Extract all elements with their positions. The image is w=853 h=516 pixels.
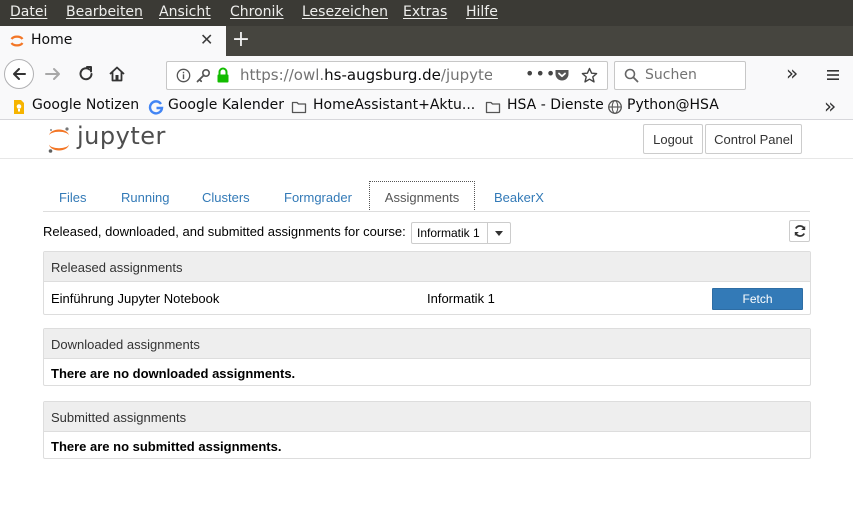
- bookmarks-overflow-button[interactable]: »: [824, 94, 836, 118]
- tab-assignments[interactable]: Assignments: [369, 181, 475, 212]
- released-assignments-panel: Released assignments Einführung Jupyter …: [43, 251, 811, 315]
- tab-assignments-label: Assignments: [384, 190, 460, 205]
- menu-hilfe[interactable]: Hilfe: [466, 4, 498, 20]
- fetch-button[interactable]: Fetch: [712, 288, 803, 310]
- course-label: Released, downloaded, and submitted assi…: [43, 224, 406, 239]
- chevron-down-icon: [495, 231, 503, 236]
- search-icon: [624, 68, 639, 83]
- refresh-icon: [794, 225, 806, 237]
- panel-heading: Submitted assignments: [44, 402, 810, 432]
- submitted-assignments-panel: Submitted assignments There are no submi…: [43, 401, 811, 459]
- course-select-value: Informatik 1: [417, 226, 480, 240]
- control-panel-button[interactable]: Control Panel: [705, 124, 802, 154]
- tab-files[interactable]: Files: [59, 190, 86, 205]
- tab-title: Home: [31, 32, 73, 48]
- search-placeholder: Suchen: [645, 67, 697, 83]
- submitted-empty-message: There are no submitted assignments.: [51, 439, 282, 454]
- menu-bar: Datei Bearbeiten Ansicht Chronik Lesezei…: [0, 0, 853, 26]
- back-button[interactable]: [4, 59, 34, 89]
- home-icon[interactable]: [107, 64, 127, 84]
- menu-lesezeichen[interactable]: Lesezeichen: [302, 4, 388, 20]
- toolbar-overflow-button[interactable]: »: [786, 61, 798, 85]
- search-box[interactable]: Suchen: [614, 61, 746, 90]
- panel-heading: Downloaded assignments: [44, 329, 810, 359]
- bookmark-label: Google Kalender: [168, 97, 284, 113]
- back-arrow-icon: [13, 68, 26, 80]
- bookmark-label: Google Notizen: [32, 97, 140, 113]
- tab-beakerx[interactable]: BeakerX: [494, 190, 544, 205]
- lock-icon[interactable]: [216, 67, 230, 84]
- folder-icon: [485, 101, 501, 114]
- assignment-course: Informatik 1: [427, 291, 495, 306]
- bookmark-label: Python@HSA: [627, 97, 719, 113]
- refresh-button[interactable]: [789, 220, 810, 242]
- jupyter-logo-text[interactable]: jupyter: [77, 122, 166, 150]
- jupyter-favicon-icon: [10, 35, 24, 47]
- page-actions-icon[interactable]: •••: [525, 64, 556, 83]
- tab-formgrader[interactable]: Formgrader: [284, 190, 352, 205]
- bookmark-label: HomeAssistant+Aktu...: [313, 97, 476, 113]
- tab-running[interactable]: Running: [121, 190, 169, 205]
- info-icon[interactable]: [176, 68, 191, 83]
- forward-arrow-icon[interactable]: [43, 64, 63, 84]
- released-heading: Released assignments: [51, 260, 183, 275]
- navigation-bar: https://owl.hs-augsburg.de/jupyter/u •••…: [0, 56, 853, 94]
- pocket-icon[interactable]: [554, 68, 570, 83]
- url-path: /jupyter/u: [440, 66, 492, 84]
- google-keep-icon: [14, 100, 24, 114]
- menu-extras[interactable]: Extras: [403, 4, 447, 20]
- key-icon[interactable]: [195, 68, 211, 83]
- course-select-divider: [487, 223, 488, 243]
- menu-bearbeiten[interactable]: Bearbeiten: [66, 4, 143, 20]
- downloaded-heading: Downloaded assignments: [51, 337, 200, 352]
- google-g-icon: [148, 100, 164, 115]
- url-domain: hs-augsburg.de: [324, 66, 441, 84]
- bookmark-star-icon[interactable]: [581, 67, 598, 84]
- menu-ansicht[interactable]: Ansicht: [159, 4, 211, 20]
- globe-icon: [608, 100, 622, 114]
- url-text[interactable]: https://owl.hs-augsburg.de/jupyter/u: [240, 66, 492, 84]
- tabs-divider: [43, 211, 810, 212]
- submitted-heading: Submitted assignments: [51, 410, 187, 425]
- assignment-name: Einführung Jupyter Notebook: [51, 291, 220, 306]
- bookmarks-bar: Google Notizen Google Kalender HomeAssis…: [0, 94, 853, 120]
- tab-strip: Home ✕ +: [0, 26, 853, 56]
- downloaded-assignments-panel: Downloaded assignments There are no down…: [43, 328, 811, 386]
- url-bar[interactable]: https://owl.hs-augsburg.de/jupyter/u •••: [166, 61, 608, 90]
- folder-icon: [291, 101, 307, 114]
- panel-heading: Released assignments: [44, 252, 810, 282]
- browser-tab-home[interactable]: Home ✕: [0, 26, 226, 56]
- logout-button[interactable]: Logout: [643, 124, 703, 154]
- reload-icon[interactable]: [76, 64, 96, 84]
- tab-close-icon[interactable]: ✕: [200, 30, 213, 49]
- bookmark-label: HSA - Dienste: [507, 97, 604, 113]
- hamburger-icon[interactable]: [826, 68, 840, 82]
- jupyter-logo-icon[interactable]: [47, 126, 71, 154]
- course-select[interactable]: Informatik 1: [411, 222, 511, 244]
- menu-chronik[interactable]: Chronik: [230, 4, 284, 20]
- downloaded-empty-message: There are no downloaded assignments.: [51, 366, 296, 381]
- url-scheme: https://owl.: [240, 66, 325, 84]
- header-divider: [0, 158, 853, 159]
- menu-datei[interactable]: Datei: [10, 4, 47, 20]
- tab-clusters[interactable]: Clusters: [202, 190, 250, 205]
- new-tab-button[interactable]: +: [230, 27, 252, 53]
